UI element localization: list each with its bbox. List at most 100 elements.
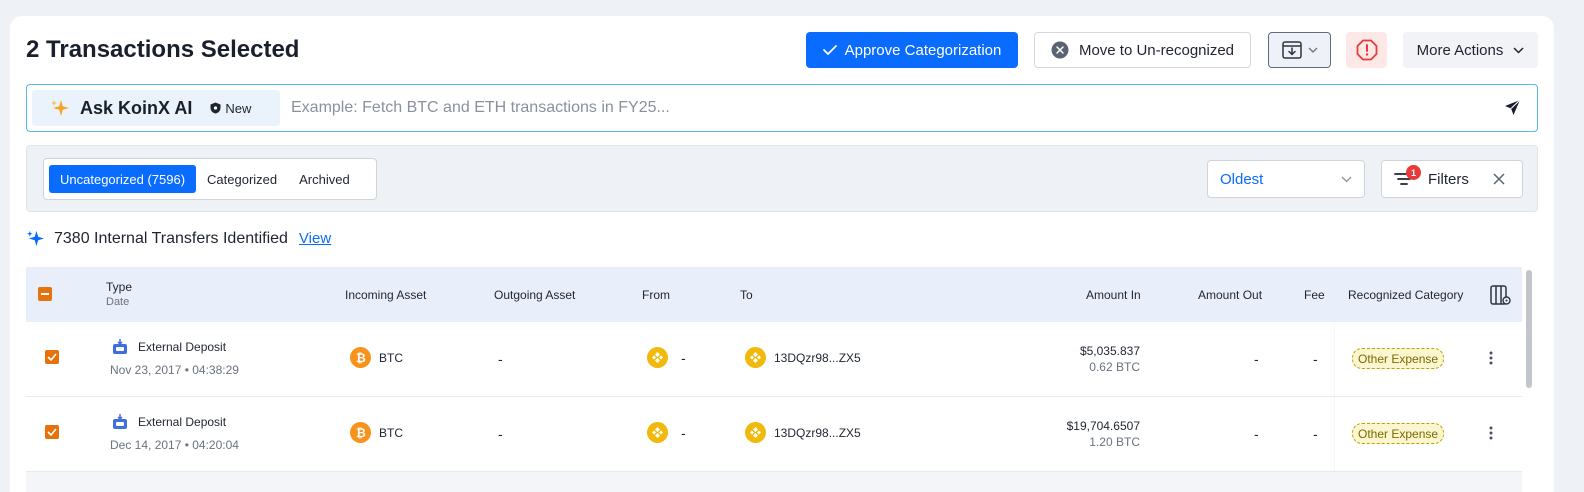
sparkle-icon <box>26 230 45 247</box>
tab-archived[interactable]: Archived <box>288 165 361 193</box>
alert-button[interactable] <box>1346 32 1387 68</box>
incoming-asset: ₿ BTC <box>350 347 403 368</box>
table-row[interactable]: External Deposit Dec 14, 2017 • 04:20:04… <box>26 397 1522 472</box>
amount-in-usd: $5,035.837 <box>1079 344 1140 358</box>
column-date: Date <box>106 296 130 308</box>
sparkle-icon <box>51 100 69 116</box>
new-badge: New <box>210 101 251 116</box>
check-icon <box>822 45 837 55</box>
table-scrollbar[interactable] <box>1526 270 1532 388</box>
incoming-asset: ₿ BTC <box>350 422 403 443</box>
select-all-checkbox[interactable] <box>38 287 52 301</box>
row-checkbox[interactable] <box>45 425 59 439</box>
outgoing-asset: - <box>498 351 503 367</box>
row-date: Nov 23, 2017 • 04:38:29 <box>110 363 239 377</box>
to-address: 13DQzr98...ZX5 <box>745 347 861 368</box>
page-title: 2 Transactions Selected <box>26 36 300 63</box>
send-icon[interactable] <box>1504 99 1521 116</box>
tabs-toolbar: Uncategorized (7596) Categorized Archive… <box>26 145 1538 212</box>
filters-label: Filters <box>1428 170 1469 188</box>
more-actions-label: More Actions <box>1416 41 1504 59</box>
from-address-label: - <box>681 349 686 366</box>
close-icon[interactable] <box>1493 173 1505 185</box>
chevron-down-icon <box>1513 46 1524 54</box>
column-incoming-asset: Incoming Asset <box>345 288 427 302</box>
more-actions-button[interactable]: More Actions <box>1403 32 1538 68</box>
tab-uncategorized[interactable]: Uncategorized (7596) <box>49 165 197 193</box>
amount-in-usd: $19,704.6507 <box>1066 419 1140 433</box>
approve-categorization-button[interactable]: Approve Categorization <box>806 32 1018 68</box>
fee: - <box>1313 351 1318 367</box>
close-circle-icon <box>1051 41 1069 59</box>
internal-transfers-banner: 7380 Internal Transfers Identified View <box>26 229 331 248</box>
deposit-icon <box>113 414 127 429</box>
deposit-icon <box>113 339 127 354</box>
ai-name: Ask KoinX AI <box>80 97 193 118</box>
ai-query-input[interactable] <box>291 91 1481 125</box>
sort-selected-value: Oldest <box>1220 170 1264 188</box>
incoming-asset-label: BTC <box>379 350 403 365</box>
bitcoin-icon: ₿ <box>350 422 371 443</box>
shield-icon <box>210 102 221 114</box>
sticky-column-divider <box>1334 397 1335 472</box>
row-type: External Deposit <box>138 340 227 354</box>
tab-categorized[interactable]: Categorized <box>196 165 288 193</box>
outgoing-asset: - <box>498 426 503 442</box>
bnb-icon <box>745 422 766 443</box>
row-checkbox[interactable] <box>45 350 59 364</box>
category-badge[interactable]: Other Expense <box>1352 348 1445 369</box>
new-badge-label: New <box>225 100 252 116</box>
amount-out: - <box>1254 426 1259 442</box>
sticky-column-divider <box>1334 322 1335 397</box>
category-badge[interactable]: Other Expense <box>1352 423 1445 444</box>
move-to-unrecognized-button[interactable]: Move to Un-recognized <box>1034 32 1251 68</box>
bnb-icon <box>745 347 766 368</box>
bitcoin-icon: ₿ <box>350 347 371 368</box>
download-button[interactable] <box>1268 32 1331 68</box>
more-vertical-icon[interactable] <box>1489 426 1493 440</box>
column-outgoing-asset: Outgoing Asset <box>494 288 576 302</box>
column-recognized-category: Recognized Category <box>1348 288 1464 302</box>
to-address-label: 13DQzr98...ZX5 <box>774 350 861 365</box>
amount-in-asset: 1.20 BTC <box>1089 435 1140 449</box>
filter-count-badge: 1 <box>1406 165 1421 180</box>
svg-text:₿: ₿ <box>356 351 366 364</box>
category-tabs: Uncategorized (7596) Categorized Archive… <box>43 158 377 200</box>
alert-octagon-icon <box>1356 39 1377 61</box>
column-to: To <box>740 288 753 302</box>
more-vertical-icon[interactable] <box>1489 351 1493 365</box>
chevron-down-icon <box>1308 47 1317 53</box>
from-address-label: - <box>681 424 686 441</box>
bnb-icon <box>647 347 668 368</box>
from-address: - <box>647 347 686 368</box>
to-address: 13DQzr98...ZX5 <box>745 422 861 443</box>
view-internal-transfers-link[interactable]: View <box>299 230 331 247</box>
move-to-unrecognized-label: Move to Un-recognized <box>1078 41 1235 59</box>
column-type: Type <box>106 280 133 294</box>
column-fee: Fee <box>1304 288 1325 302</box>
next-row-partial <box>26 472 1522 492</box>
check-icon <box>47 353 57 361</box>
filters-button[interactable]: 1 Filters <box>1381 160 1523 198</box>
check-icon <box>47 428 57 436</box>
column-amount-out: Amount Out <box>1198 288 1263 302</box>
table-row[interactable]: External Deposit Nov 23, 2017 • 04:38:29… <box>26 322 1522 397</box>
download-icon <box>1281 41 1302 59</box>
chevron-down-icon <box>1341 176 1352 182</box>
incoming-asset-label: BTC <box>379 425 403 440</box>
amount-out: - <box>1254 351 1259 367</box>
table-header: Type Date Incoming Asset Outgoing Asset … <box>26 267 1522 322</box>
fee: - <box>1313 426 1318 442</box>
from-address: - <box>647 422 686 443</box>
internal-transfers-text: 7380 Internal Transfers Identified <box>54 229 288 247</box>
ai-label: Ask KoinX AI New <box>32 90 280 126</box>
amount-in-asset: 0.62 BTC <box>1089 360 1140 374</box>
row-date: Dec 14, 2017 • 04:20:04 <box>110 438 239 452</box>
minus-icon <box>41 293 49 295</box>
bnb-icon <box>647 422 668 443</box>
approve-categorization-label: Approve Categorization <box>844 41 1002 59</box>
column-settings-icon[interactable] <box>1490 285 1511 306</box>
ai-search-bar: Ask KoinX AI New <box>26 84 1538 132</box>
sort-select[interactable]: Oldest <box>1207 160 1365 198</box>
column-from: From <box>642 288 670 302</box>
